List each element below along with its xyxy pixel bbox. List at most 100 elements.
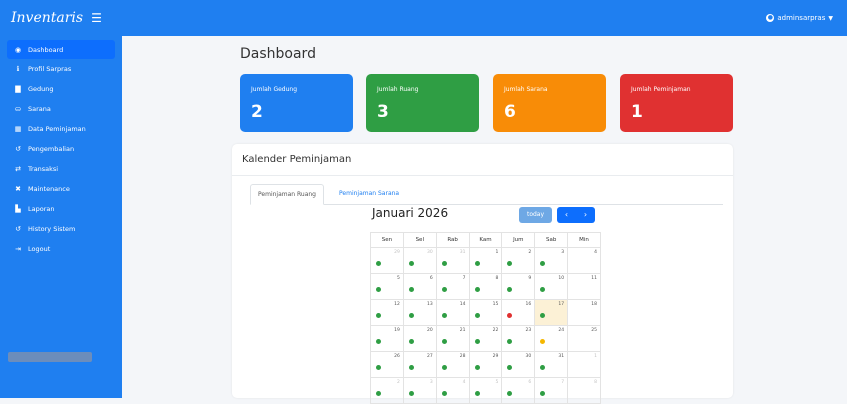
calendar-day-cell[interactable]: 18 (567, 299, 601, 326)
calendar-day-cell[interactable]: 6 (402, 273, 437, 300)
event-dot[interactable] (540, 339, 546, 344)
stat-card-peminjaman: Jumlah Peminjaman 1 (620, 74, 733, 132)
event-dot[interactable] (474, 261, 480, 266)
event-dot[interactable] (507, 365, 513, 370)
app-brand[interactable]: Inventaris (11, 10, 83, 26)
calendar-day-cell[interactable]: 11 (567, 273, 601, 300)
event-dot[interactable] (376, 313, 381, 318)
prev-month-button[interactable]: ‹ (557, 207, 576, 223)
event-dot[interactable] (441, 339, 447, 344)
calendar-day-cell[interactable]: 5 (468, 377, 503, 404)
sidebar-item-label: Pengembalian (28, 145, 75, 153)
event-dot[interactable] (441, 365, 447, 370)
event-dot[interactable] (540, 287, 546, 292)
event-dot[interactable] (376, 365, 381, 370)
event-dot[interactable] (408, 365, 414, 370)
sidebar-item-dashboard[interactable]: ◉ Dashboard (7, 40, 115, 59)
event-dot[interactable] (474, 313, 480, 318)
calendar-day-cell[interactable]: 19 (370, 325, 404, 352)
event-dot[interactable] (441, 313, 447, 318)
calendar-day-cell[interactable]: 21 (435, 325, 470, 352)
calendar-day-cell[interactable]: 2 (501, 247, 536, 274)
calendar-day-cell[interactable]: 1 (567, 351, 601, 378)
calendar-day-cell[interactable]: 20 (402, 325, 437, 352)
calendar-day-cell[interactable]: 2 (370, 377, 404, 404)
sidebar-item-history-sistem[interactable]: ↺ History Sistem (0, 219, 122, 239)
event-dot[interactable] (540, 313, 546, 318)
event-dot[interactable] (376, 391, 381, 396)
calendar-day-cell[interactable]: 7 (534, 377, 569, 404)
calendar-day-cell[interactable]: 16 (501, 299, 536, 326)
calendar-day-cell[interactable]: 4 (567, 247, 601, 274)
calendar-day-cell[interactable]: 10 (534, 273, 569, 300)
calendar-day-cell[interactable]: 6 (501, 377, 536, 404)
today-button[interactable]: today (519, 207, 552, 223)
event-dot[interactable] (540, 365, 546, 370)
calendar-day-cell[interactable]: 9 (501, 273, 536, 300)
event-dot[interactable] (441, 287, 447, 292)
event-dot[interactable] (474, 391, 480, 396)
hamburger-icon[interactable]: ☰ (91, 11, 102, 25)
calendar-day-cell[interactable]: 3 (402, 377, 437, 404)
event-dot[interactable] (408, 313, 414, 318)
calendar-day-cell[interactable]: 1 (468, 247, 503, 274)
sidebar-item-logout[interactable]: ⇥ Logout (0, 239, 122, 259)
event-dot[interactable] (474, 365, 480, 370)
sidebar-item-pengembalian[interactable]: ↺ Pengembalian (0, 139, 122, 159)
user-menu[interactable]: ● adminsarpras ▼ (766, 14, 833, 22)
sidebar-item-data-peminjaman[interactable]: ▦ Data Peminjaman (0, 119, 122, 139)
event-dot[interactable] (474, 287, 480, 292)
event-dot[interactable] (408, 261, 414, 266)
event-dot[interactable] (376, 261, 381, 266)
calendar-day-cell[interactable]: 15 (468, 299, 503, 326)
event-dot[interactable] (507, 287, 513, 292)
sidebar-item-profil-sarpras[interactable]: ℹ Profil Sarpras (0, 59, 122, 79)
calendar-day-cell[interactable]: 29 (370, 247, 404, 274)
sidebar-item-laporan[interactable]: ▙ Laporan (0, 199, 122, 219)
event-dot[interactable] (540, 391, 546, 396)
calendar-day-cell[interactable]: 30 (402, 247, 437, 274)
next-month-button[interactable]: › (576, 207, 595, 223)
tab-peminjaman-ruang[interactable]: Peminjaman Ruang (250, 184, 324, 205)
event-dot[interactable] (376, 287, 381, 292)
calendar-day-cell[interactable]: 17 (534, 299, 569, 326)
sidebar-item-sarana[interactable]: ⛀ Sarana (0, 99, 122, 119)
event-dot[interactable] (408, 287, 414, 292)
event-dot[interactable] (441, 391, 447, 396)
event-dot[interactable] (408, 391, 414, 396)
day-number: 29 (394, 250, 400, 255)
calendar-day-cell[interactable]: 31 (534, 351, 569, 378)
calendar-day-cell[interactable]: 4 (435, 377, 470, 404)
calendar-day-cell[interactable]: 26 (370, 351, 404, 378)
calendar-day-cell[interactable]: 22 (468, 325, 503, 352)
sidebar-item-maintenance[interactable]: ✖ Maintenance (0, 179, 122, 199)
sidebar-item-transaksi[interactable]: ⇄ Transaksi (0, 159, 122, 179)
calendar-day-cell[interactable]: 24 (534, 325, 569, 352)
sidebar-item-gedung[interactable]: ▇ Gedung (0, 79, 122, 99)
calendar-day-cell[interactable]: 23 (501, 325, 536, 352)
calendar-day-cell[interactable]: 12 (370, 299, 404, 326)
calendar-day-cell[interactable]: 31 (435, 247, 470, 274)
event-dot[interactable] (507, 391, 513, 396)
event-dot[interactable] (507, 261, 513, 266)
calendar-day-cell[interactable]: 29 (468, 351, 503, 378)
event-dot[interactable] (376, 339, 381, 344)
calendar-day-cell[interactable]: 5 (370, 273, 404, 300)
calendar-day-cell[interactable]: 7 (435, 273, 470, 300)
calendar-day-cell[interactable]: 8 (468, 273, 503, 300)
event-dot[interactable] (507, 339, 513, 344)
event-dot[interactable] (507, 313, 513, 318)
calendar-day-cell[interactable]: 30 (501, 351, 536, 378)
calendar-day-cell[interactable]: 13 (402, 299, 437, 326)
calendar-day-cell[interactable]: 3 (534, 247, 569, 274)
event-dot[interactable] (441, 261, 447, 266)
calendar-day-cell[interactable]: 27 (402, 351, 437, 378)
calendar-day-cell[interactable]: 25 (567, 325, 601, 352)
event-dot[interactable] (408, 339, 414, 344)
calendar-day-cell[interactable]: 8 (567, 377, 601, 404)
calendar-day-cell[interactable]: 14 (435, 299, 470, 326)
calendar-day-cell[interactable]: 28 (435, 351, 470, 378)
event-dot[interactable] (540, 261, 546, 266)
tab-peminjaman-sarana[interactable]: Peminjaman Sarana (332, 184, 406, 203)
event-dot[interactable] (474, 339, 480, 344)
